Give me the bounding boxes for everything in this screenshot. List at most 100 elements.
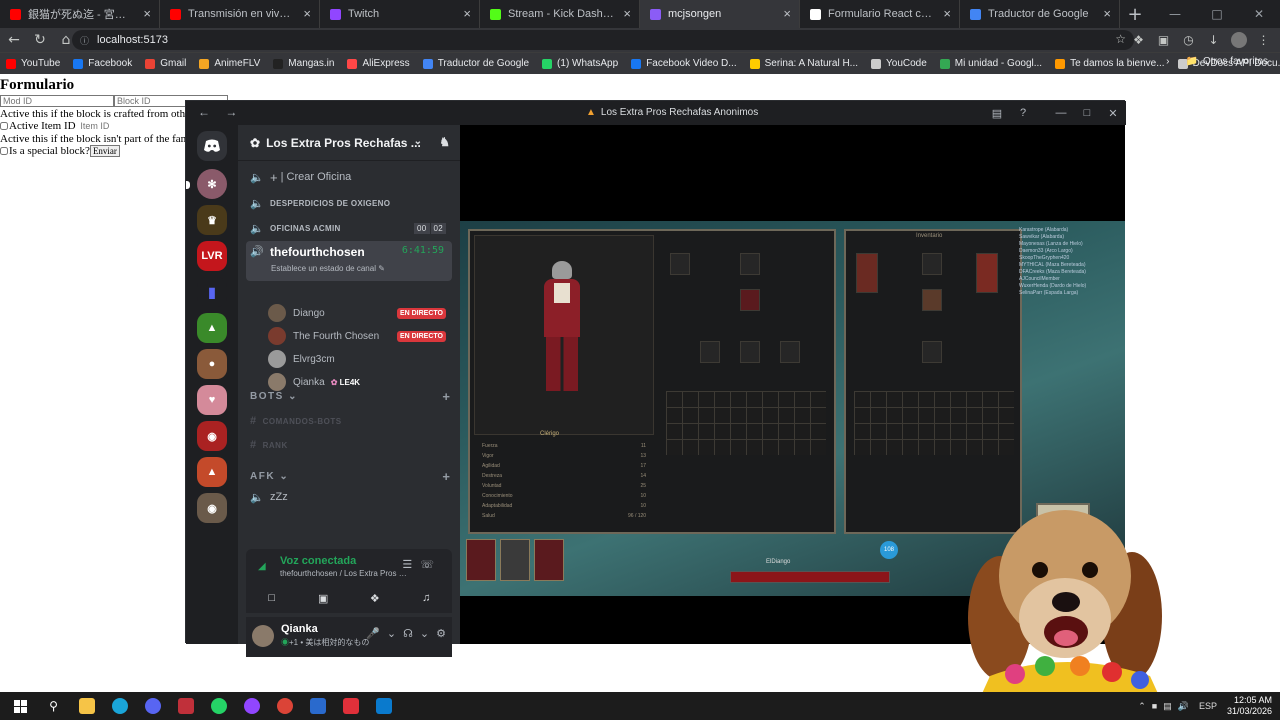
bookmark-star-icon[interactable]: ☆ [1115, 32, 1126, 46]
signal-icon[interactable]: ◢ [258, 561, 266, 572]
tray-chevron-icon[interactable]: ⌃ [1138, 701, 1146, 712]
download-icon[interactable]: ↓ [1201, 28, 1226, 52]
invite-people-icon[interactable]: ♞ [439, 135, 450, 149]
tab-close-icon[interactable]: × [783, 6, 791, 21]
voice-user[interactable]: Elvrg3cm [268, 348, 450, 370]
clock[interactable]: 12:05 AM 31/03/2026 [1227, 695, 1272, 717]
browser-tab[interactable]: Transmisión en vivo - YouTube Stu × [160, 0, 320, 28]
reload-icon[interactable]: ↻ [28, 28, 52, 52]
guild-header[interactable]: ✿ Los Extra Pros Rechafas ... ⌄ ♞ [238, 125, 460, 161]
voice-status[interactable]: Voz conectada [280, 555, 356, 567]
category-bots[interactable]: BOTS ⌄ + [250, 389, 450, 404]
browser-tab[interactable]: Formulario React con checkboxes × [800, 0, 960, 28]
disconnect-icon[interactable]: ☏ [420, 559, 442, 571]
server-icon-2[interactable]: ♛ [197, 205, 227, 235]
channel-comandos-bots[interactable]: # COMANDOS-BOTS [250, 415, 342, 427]
server-icon-3[interactable]: ▲ [197, 313, 227, 343]
category-afk[interactable]: AFK ⌄ + [250, 469, 450, 484]
app-icon-v[interactable] [169, 692, 202, 720]
chevron-down-icon[interactable]: ⌄ [420, 627, 429, 640]
voice-location[interactable]: thefourthchosen / Los Extra Pros Recha..… [280, 569, 410, 578]
other-bookmarks[interactable]: › 📁 Otros favoritos [1166, 56, 1268, 67]
bookmark-item[interactable]: Mangas.in [273, 58, 334, 69]
server-icon-5[interactable]: ♥ [197, 385, 227, 415]
server-icon-7[interactable]: ▲ [197, 457, 227, 487]
noise-suppression-icon[interactable]: ☰ [402, 559, 420, 571]
active-item-checkbox[interactable] [0, 122, 8, 131]
voice-user[interactable]: Diango EN DIRECTO [268, 302, 450, 324]
discord-taskbar-icon[interactable] [136, 692, 169, 720]
voice-user[interactable]: The Fourth Chosen EN DIRECTO [268, 325, 450, 347]
bookmark-item[interactable]: Facebook [73, 58, 132, 69]
bookmark-item[interactable]: (1) WhatsApp [542, 58, 618, 69]
bookmark-item[interactable]: Serina: A Natural H... [749, 58, 858, 69]
tab-close-icon[interactable]: × [943, 6, 951, 21]
network-icon[interactable]: ▤ [1163, 701, 1172, 712]
volume-icon[interactable]: 🔊 [1178, 701, 1189, 712]
mod-id-input[interactable] [0, 95, 114, 107]
voice-user[interactable]: Qianka ✿ LE4K [268, 371, 450, 393]
search-icon[interactable]: ⚲ [37, 692, 70, 720]
tab-close-icon[interactable]: × [143, 6, 151, 21]
inbox-icon[interactable]: ▤ [984, 101, 1010, 125]
bookmark-item[interactable]: YouCode [871, 58, 927, 69]
channel-rank[interactable]: # RANK [250, 439, 288, 451]
server-icon-6[interactable]: ◉ [197, 421, 227, 451]
language-indicator[interactable]: ESP [1199, 701, 1217, 711]
dc-maximize-button[interactable]: □ [1074, 101, 1100, 125]
channel-thefourthchosen[interactable]: 🔊 thefourthchosen 6:41:59 Establece un e… [246, 241, 452, 281]
folder-icon[interactable]: ▮ [197, 277, 227, 307]
whatsapp-icon[interactable] [202, 692, 235, 720]
bookmark-item[interactable]: Te damos la bienve... [1055, 58, 1165, 69]
chrome-icon[interactable] [268, 692, 301, 720]
app-icon-red[interactable] [334, 692, 367, 720]
bookmark-item[interactable]: YouTube [6, 58, 60, 69]
add-channel-icon[interactable]: + [442, 389, 450, 404]
server-icon-lvr[interactable]: LVR [197, 241, 227, 271]
bookmark-item[interactable]: Gmail [145, 58, 186, 69]
browser-tab[interactable]: Stream - Kick Dashboard × [480, 0, 640, 28]
browser-tab[interactable]: 銀猫が死ぬ迄 - 宮下遊 × ツミキ（Of × [0, 0, 160, 28]
user-name[interactable]: Qianka [281, 623, 318, 635]
server-icon-8[interactable]: ◉ [197, 493, 227, 523]
cast-icon[interactable]: ▣ [1151, 28, 1176, 52]
channel-oficinas[interactable]: 🔈 OFICINAS ACMIN 00 02 [246, 217, 452, 239]
soundboard-icon[interactable]: ♫ [408, 587, 444, 609]
address-bar[interactable]: ⓘ localhost:5173 ☆ [72, 30, 1134, 50]
user-avatar[interactable] [252, 625, 274, 647]
chevron-down-icon[interactable]: ⌄ [387, 627, 396, 640]
screen-share-icon[interactable]: ▣ [305, 587, 341, 609]
powershell-icon[interactable] [301, 692, 334, 720]
channel-status[interactable]: Establece un estado de canal ✎ [271, 264, 385, 273]
activities-icon[interactable]: ❖ [357, 587, 393, 609]
minimize-button[interactable]: — [1154, 0, 1196, 28]
chevron-down-icon[interactable]: ⌄ [414, 136, 422, 147]
tab-close-icon[interactable]: × [1103, 6, 1111, 21]
headphones-icon[interactable]: ☊ [403, 627, 413, 640]
back-arrow-icon[interactable]: ← [2, 28, 26, 52]
special-block-checkbox[interactable] [0, 147, 8, 156]
edge-icon[interactable] [103, 692, 136, 720]
bookmark-item[interactable]: Facebook Video D... [631, 58, 737, 69]
tab-close-icon[interactable]: × [463, 6, 471, 21]
tray-app-icon[interactable]: ■ [1152, 701, 1157, 711]
bookmark-item[interactable]: Mi unidad - Googl... [939, 58, 1042, 69]
settings-gear-icon[interactable]: ⚙ [436, 627, 446, 640]
bookmark-item[interactable]: Traductor de Google [422, 58, 529, 69]
item-id-input[interactable] [78, 120, 149, 132]
chevron-right-icon[interactable]: › [1166, 56, 1169, 67]
server-icon-4[interactable]: ● [197, 349, 227, 379]
new-tab-button[interactable]: + [1120, 0, 1150, 28]
maximize-button[interactable]: □ [1196, 0, 1238, 28]
submit-button[interactable]: Enviar [89, 145, 120, 157]
start-icon[interactable] [4, 692, 37, 720]
browser-tab[interactable]: Twitch × [320, 0, 480, 28]
add-channel-icon[interactable]: + [442, 469, 450, 484]
menu-icon[interactable]: ⋮ [1251, 28, 1276, 52]
browser-tab[interactable]: Traductor de Google × [960, 0, 1120, 28]
channel-crear-oficina[interactable]: 🔈 + | Crear Oficina [246, 166, 452, 188]
vscode-icon[interactable] [367, 692, 400, 720]
nav-arrows-icon[interactable]: ← → [198, 105, 243, 119]
help-icon[interactable]: ? [1010, 101, 1036, 125]
app-icon-twitch[interactable] [235, 692, 268, 720]
